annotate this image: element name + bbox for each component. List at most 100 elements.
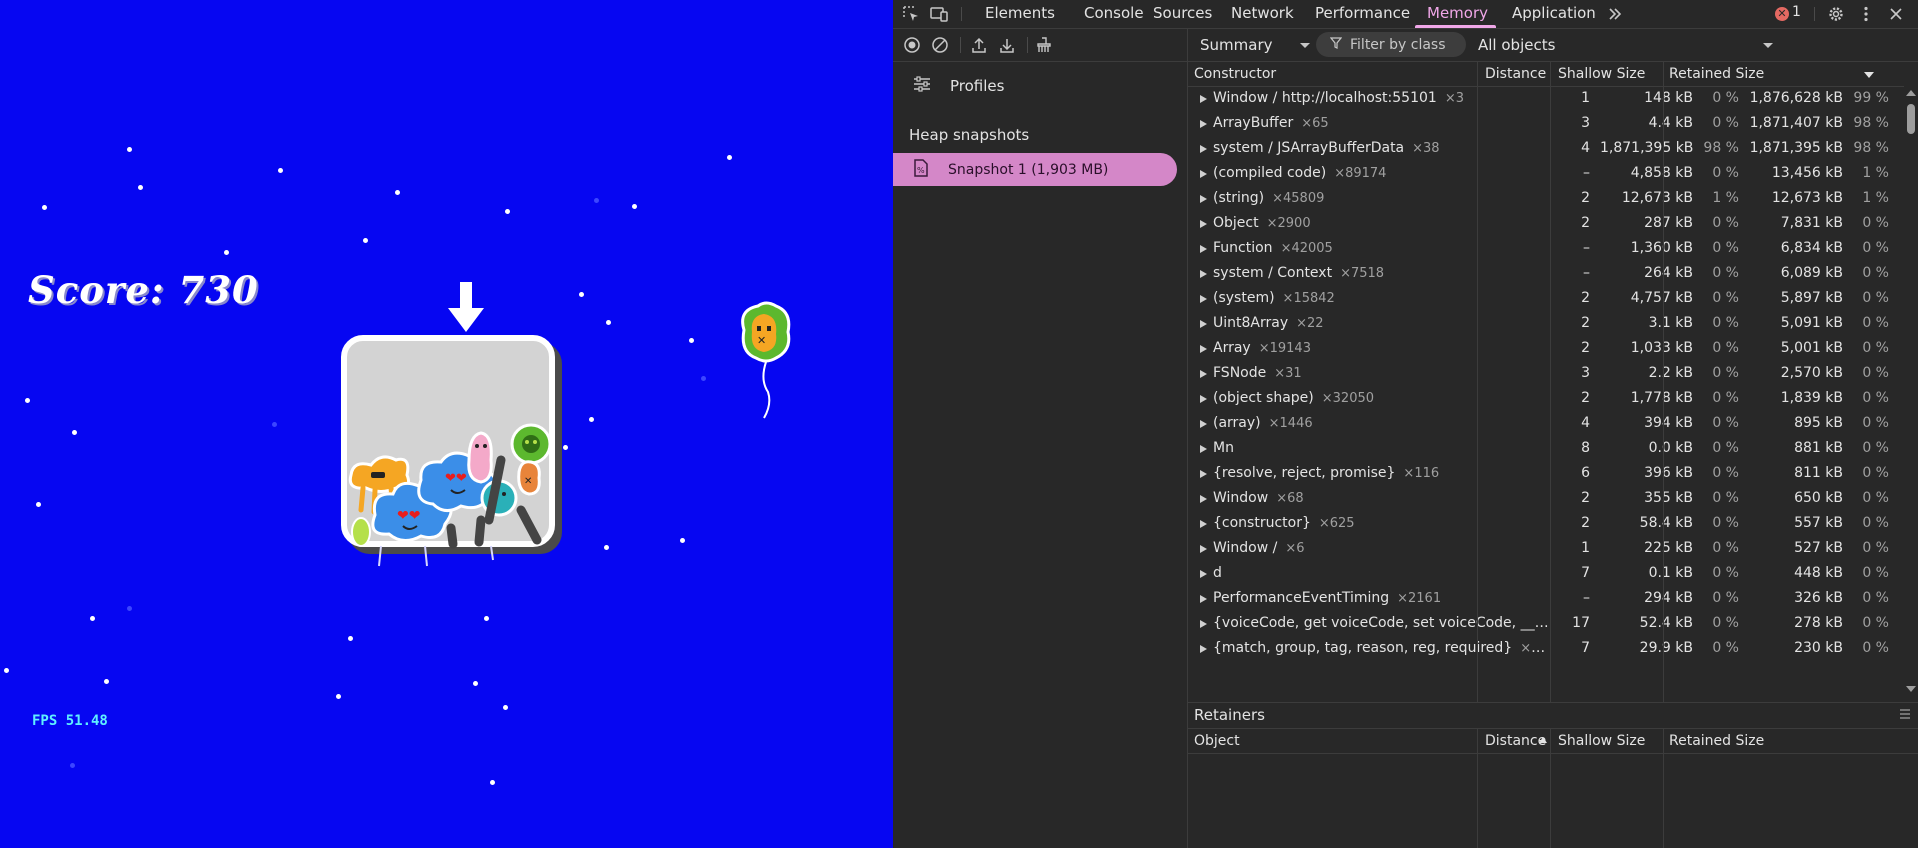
expand-triangle-icon[interactable] — [1200, 420, 1207, 428]
scroll-thumb[interactable] — [1907, 104, 1915, 134]
table-row[interactable]: Window / http://localhost:55101 ×3 1 148 kB… — [1188, 86, 1904, 111]
retainers-menu-icon[interactable] — [1899, 703, 1911, 728]
expand-triangle-icon[interactable] — [1200, 620, 1207, 628]
expand-triangle-icon[interactable] — [1200, 295, 1207, 303]
expand-triangle-icon[interactable] — [1200, 220, 1207, 228]
load-profile-icon[interactable] — [969, 35, 989, 55]
table-row[interactable]: Uint8Array ×22 2 3.1 kB 0 % 5,091 kB 0 % — [1188, 311, 1904, 336]
table-row[interactable]: {voiceCode, get voiceCode, set voiceCode… — [1188, 611, 1904, 636]
expand-triangle-icon[interactable] — [1200, 245, 1207, 253]
expand-triangle-icon[interactable] — [1200, 595, 1207, 603]
table-scrollbar[interactable] — [1904, 86, 1918, 696]
instance-count: ×3 — [1444, 91, 1464, 106]
expand-triangle-icon[interactable] — [1200, 270, 1207, 278]
record-heap-icon[interactable] — [902, 35, 922, 55]
error-counter[interactable]: ✕ 1 — [1775, 0, 1801, 28]
column-distance[interactable]: Distance — [1485, 729, 1546, 753]
column-distance[interactable]: Distance — [1485, 62, 1546, 86]
tab-performance[interactable]: Performance — [1315, 0, 1410, 28]
tab-console[interactable]: Console — [1084, 0, 1144, 28]
green-bean-critter-icon — [351, 517, 371, 547]
table-row[interactable]: (string) ×45809 2 12,673 kB 1 % 12,673 kB 1 % — [1188, 186, 1904, 211]
expand-triangle-icon[interactable] — [1200, 520, 1207, 528]
expand-triangle-icon[interactable] — [1200, 345, 1207, 353]
scroll-up-icon[interactable] — [1906, 90, 1916, 96]
more-options-icon[interactable] — [1856, 4, 1876, 24]
tab-sources[interactable]: Sources — [1153, 0, 1212, 28]
column-shallow-size[interactable]: Shallow Size — [1558, 729, 1645, 753]
star — [579, 292, 584, 297]
balloon-critter-icon[interactable]: ✕ — [736, 300, 796, 422]
more-tabs-icon[interactable] — [1605, 4, 1625, 24]
table-row[interactable]: (compiled code) ×89174–4,858 kB 0 % 13,456 … — [1188, 161, 1904, 186]
table-row[interactable]: {constructor} ×625 2 58.4 kB 0 % 557 kB 0 % — [1188, 511, 1904, 536]
table-row[interactable]: PerformanceEventTiming ×2161–294 kB 0 % 326… — [1188, 586, 1904, 611]
clear-profiles-icon[interactable] — [930, 35, 950, 55]
table-row[interactable]: ArrayBuffer ×65 3 4.4 kB 0 % 1,871,407 kB 98 % — [1188, 111, 1904, 136]
instance-count: ×2161 — [1397, 591, 1442, 606]
column-retained-size[interactable]: Retained Size — [1669, 729, 1764, 753]
table-row[interactable]: Mn 8 0.0 kB 0 % 881 kB 0 % — [1188, 436, 1904, 461]
game-canvas[interactable]: Score: 730 ❤❤ ❤❤ ✕ ✕ FPS 51.48 — [0, 0, 893, 848]
table-row[interactable]: Array ×19143 2 1,033 kB 0 % 5,001 kB 0 % — [1188, 336, 1904, 361]
table-row[interactable]: system / JSArrayBufferData ×38 4 1,871,395 … — [1188, 136, 1904, 161]
expand-triangle-icon[interactable] — [1200, 395, 1207, 403]
constructor-label: (string) — [1213, 190, 1265, 206]
table-row[interactable]: system / Context ×7518–264 kB 0 % 6,089 kB 0… — [1188, 261, 1904, 286]
retained-size-percent: 1 % — [1862, 165, 1889, 181]
star — [589, 417, 594, 422]
expand-triangle-icon[interactable] — [1200, 320, 1207, 328]
table-row[interactable]: Object ×2900 2 287 kB 0 % 7,831 kB 0 % — [1188, 211, 1904, 236]
inspect-element-icon[interactable] — [901, 4, 921, 24]
view-selector[interactable]: Summary — [1200, 35, 1310, 55]
table-row[interactable]: Window / ×6 1 225 kB 0 % 527 kB 0 % — [1188, 536, 1904, 561]
star — [36, 502, 41, 507]
retainers-panel-header[interactable]: Retainers — [1188, 702, 1918, 729]
expand-triangle-icon[interactable] — [1200, 145, 1207, 153]
device-toolbar-icon[interactable] — [929, 4, 949, 24]
table-row[interactable]: d 7 0.1 kB 0 % 448 kB 0 % — [1188, 561, 1904, 586]
table-row[interactable]: Function ×42005–1,360 kB 0 % 6,834 kB 0 % — [1188, 236, 1904, 261]
snapshot-item[interactable]: % Snapshot 1 (1,903 MB) — [893, 153, 1177, 186]
column-divider — [1550, 62, 1551, 702]
table-row[interactable]: Window ×68 2 355 kB 0 % 650 kB 0 % — [1188, 486, 1904, 511]
tab-elements[interactable]: Elements — [985, 0, 1055, 28]
expand-triangle-icon[interactable] — [1200, 370, 1207, 378]
table-row[interactable]: {resolve, reject, promise} ×116 6 396 kB 0 %… — [1188, 461, 1904, 486]
collect-garbage-icon[interactable] — [1034, 35, 1054, 55]
column-shallow-size[interactable]: Shallow Size — [1558, 62, 1645, 86]
profiles-link[interactable]: Profiles — [913, 74, 1004, 98]
constructor-name: system / JSArrayBufferData ×38 — [1213, 136, 1553, 161]
orange-bean-critter-icon: ✕ — [517, 460, 541, 496]
constructor-name: Window ×68 — [1213, 486, 1553, 511]
table-row[interactable]: FSNode ×31 3 2.2 kB 0 % 2,570 kB 0 % — [1188, 361, 1904, 386]
expand-triangle-icon[interactable] — [1200, 495, 1207, 503]
column-retained-size[interactable]: Retained Size — [1669, 62, 1764, 86]
table-row[interactable]: (system) ×15842 2 4,757 kB 0 % 5,897 kB 0 % — [1188, 286, 1904, 311]
heap-snapshot-view: Summary Filter by class All objects Cons… — [1188, 29, 1918, 848]
expand-triangle-icon[interactable] — [1200, 95, 1207, 103]
tab-application[interactable]: Application — [1512, 0, 1596, 28]
expand-triangle-icon[interactable] — [1200, 545, 1207, 553]
expand-triangle-icon[interactable] — [1200, 570, 1207, 578]
expand-triangle-icon[interactable] — [1200, 120, 1207, 128]
tab-network[interactable]: Network — [1231, 0, 1294, 28]
settings-gear-icon[interactable] — [1826, 4, 1846, 24]
expand-triangle-icon[interactable] — [1200, 170, 1207, 178]
table-row[interactable]: (object shape) ×32050 2 1,778 kB 0 % 1,839 kB… — [1188, 386, 1904, 411]
expand-triangle-icon[interactable] — [1200, 445, 1207, 453]
expand-triangle-icon[interactable] — [1200, 470, 1207, 478]
objects-selector[interactable]: All objects — [1478, 35, 1778, 55]
scroll-down-icon[interactable] — [1906, 686, 1916, 692]
expand-triangle-icon[interactable] — [1200, 645, 1207, 653]
expand-triangle-icon[interactable] — [1200, 195, 1207, 203]
tab-memory[interactable]: Memory — [1427, 0, 1488, 28]
table-row[interactable]: {match, group, tag, reason, reg, require… — [1188, 636, 1904, 661]
drop-arrow-icon — [448, 282, 484, 332]
class-filter-input[interactable]: Filter by class — [1316, 32, 1466, 57]
column-constructor[interactable]: Constructor — [1194, 62, 1276, 86]
close-devtools-icon[interactable] — [1886, 4, 1906, 24]
table-row[interactable]: (array) ×1446 4 394 kB 0 % 895 kB 0 % — [1188, 411, 1904, 436]
column-object[interactable]: Object — [1194, 729, 1240, 753]
save-profile-icon[interactable] — [997, 35, 1017, 55]
